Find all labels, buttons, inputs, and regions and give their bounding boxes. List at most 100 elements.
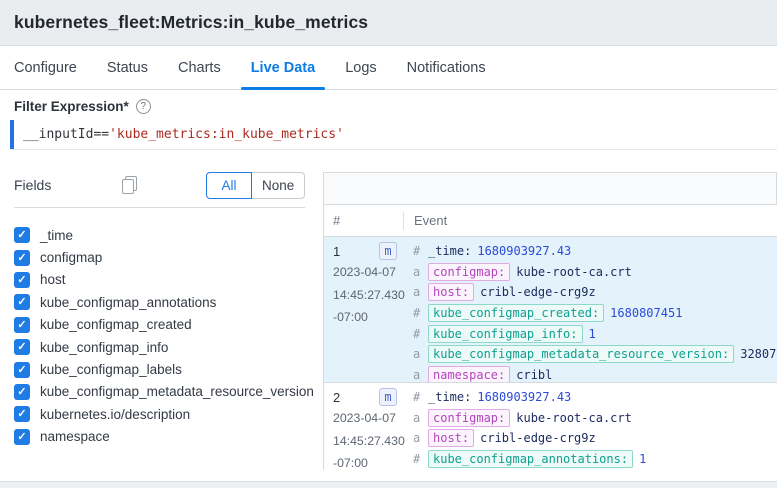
field-key-pill[interactable]: host: [428,429,474,447]
event-row-1[interactable]: 1 m 2023-04-07 14:45:27.430 -07:00 # _ti… [323,237,777,383]
field-item-host[interactable]: ✓ host [0,269,318,291]
checkbox-checked-icon[interactable]: ✓ [14,272,30,288]
event-field-line: # _time: 1680903927.43 [413,387,777,408]
field-item-kube-configmap-labels[interactable]: ✓ kube_configmap_labels [0,358,318,380]
field-label: kube_configmap_annotations [40,295,216,310]
fields-panel-header: Fields All None [0,172,318,207]
event-time: 14:45:27.430 [333,284,403,307]
field-value[interactable]: cribl-edge-crg9z [480,431,596,445]
field-value[interactable]: 32807 [740,347,776,361]
column-header-number[interactable]: # [324,213,403,228]
field-key-pill[interactable]: kube_configmap_created: [428,304,604,322]
event-field-line: # kube_configmap_annotations: 1 [413,449,777,470]
checkbox-checked-icon[interactable]: ✓ [14,362,30,378]
checkbox-checked-icon[interactable]: ✓ [14,339,30,355]
filter-expression-code: __inputId=='kube_metrics:in_kube_metrics… [14,127,344,142]
checkbox-checked-icon[interactable]: ✓ [14,406,30,422]
field-value[interactable]: 1 [639,452,646,466]
event-row-2[interactable]: 2 m 2023-04-07 14:45:27.430 -07:00 # _ti… [323,383,777,470]
field-key[interactable]: _time: [428,243,471,259]
type-string-icon: a [413,347,422,361]
field-value[interactable]: cribl [516,368,552,382]
tab-notifications[interactable]: Notifications [407,46,486,89]
field-key-pill[interactable]: host: [428,283,474,301]
tab-bar: Configure Status Charts Live Data Logs N… [0,46,777,90]
field-item-kubernetes-io-description[interactable]: ✓ kubernetes.io/description [0,403,318,425]
type-number-icon: # [413,327,422,341]
type-number-icon: # [413,244,422,258]
checkbox-checked-icon[interactable]: ✓ [14,384,30,400]
event-field-line: # kube_configmap_info: 1 [413,323,777,344]
checkbox-checked-icon[interactable]: ✓ [14,429,30,445]
event-field-line: a namespace: cribl [413,365,777,382]
events-panel: # Event 1 m 2023-04-07 14:45:27.430 -07:… [323,172,777,470]
field-value[interactable]: cribl-edge-crg9z [480,285,596,299]
event-row-meta: 2 m 2023-04-07 14:45:27.430 -07:00 [324,383,403,470]
event-time: 14:45:27.430 [333,430,403,453]
event-timezone: -07:00 [333,306,403,329]
event-fields: # _time: 1680903927.43 a configmap: kube… [403,383,777,470]
field-label: kube_configmap_metadata_resource_version [40,384,314,399]
field-value[interactable]: 1680903927.43 [477,244,571,258]
fields-list: ✓ _time ✓ configmap ✓ host ✓ kube_config… [0,224,318,448]
window-title-bar: kubernetes_fleet:Metrics:in_kube_metrics [0,0,777,46]
field-label: kube_configmap_labels [40,362,182,377]
event-field-line: a kube_configmap_metadata_resource_versi… [413,344,777,365]
tab-charts[interactable]: Charts [178,46,221,89]
live-data-page: kubernetes_fleet:Metrics:in_kube_metrics… [0,0,777,488]
checkbox-checked-icon[interactable]: ✓ [14,317,30,333]
expression-lhs: __inputId== [23,127,109,142]
field-item-configmap[interactable]: ✓ configmap [0,246,318,268]
field-item-kube-configmap-metadata-resource-version[interactable]: ✓ kube_configmap_metadata_resource_versi… [0,381,318,403]
type-number-icon: # [413,452,422,466]
field-label: kube_configmap_created [40,317,192,332]
select-none-button[interactable]: None [252,172,305,199]
checkbox-checked-icon[interactable]: ✓ [14,250,30,266]
copy-icon[interactable] [122,176,136,193]
event-date: 2023-04-07 [333,407,403,430]
type-string-icon: a [413,411,422,425]
field-key-pill[interactable]: kube_configmap_metadata_resource_version… [428,345,734,363]
field-item-namespace[interactable]: ✓ namespace [0,426,318,448]
field-item-time[interactable]: ✓ _time [0,224,318,246]
column-header-event[interactable]: Event [404,213,447,228]
field-item-kube-configmap-info[interactable]: ✓ kube_configmap_info [0,336,318,358]
event-field-line: a host: cribl-edge-crg9z [413,428,777,449]
field-label: configmap [40,250,102,265]
help-icon[interactable]: ? [136,99,151,114]
tab-logs[interactable]: Logs [345,46,376,89]
field-value[interactable]: 1 [589,327,596,341]
field-key[interactable]: _time: [428,389,471,405]
field-key-pill[interactable]: kube_configmap_info: [428,325,583,343]
field-label: _time [40,228,73,243]
events-toolbar [323,172,777,205]
select-all-button[interactable]: All [206,172,252,199]
event-field-line: # kube_configmap_created: 1680807451 [413,303,777,324]
type-string-icon: a [413,285,422,299]
field-key-pill[interactable]: namespace: [428,366,510,382]
field-value[interactable]: 1680807451 [610,306,682,320]
field-label: host [40,272,66,287]
checkbox-checked-icon[interactable]: ✓ [14,294,30,310]
event-date: 2023-04-07 [333,261,403,284]
filter-expression-input[interactable]: __inputId=='kube_metrics:in_kube_metrics… [10,120,777,150]
page-title: kubernetes_fleet:Metrics:in_kube_metrics [14,12,368,33]
filter-expression-label: Filter Expression* [14,99,129,114]
field-item-kube-configmap-annotations[interactable]: ✓ kube_configmap_annotations [0,291,318,313]
field-label: kube_configmap_info [40,340,168,355]
metric-type-badge[interactable]: m [379,388,397,406]
metric-type-badge[interactable]: m [379,242,397,260]
field-value[interactable]: 1680903927.43 [477,390,571,404]
field-label: namespace [40,429,110,444]
field-key-pill[interactable]: configmap: [428,409,510,427]
tab-configure[interactable]: Configure [14,46,77,89]
filter-expression-label-row: Filter Expression* ? [14,99,151,114]
field-value[interactable]: kube-root-ca.crt [516,411,632,425]
field-value[interactable]: kube-root-ca.crt [516,265,632,279]
field-item-kube-configmap-created[interactable]: ✓ kube_configmap_created [0,314,318,336]
field-key-pill[interactable]: kube_configmap_annotations: [428,450,633,468]
field-key-pill[interactable]: configmap: [428,263,510,281]
tab-live-data[interactable]: Live Data [251,46,315,89]
checkbox-checked-icon[interactable]: ✓ [14,227,30,243]
tab-status[interactable]: Status [107,46,148,89]
